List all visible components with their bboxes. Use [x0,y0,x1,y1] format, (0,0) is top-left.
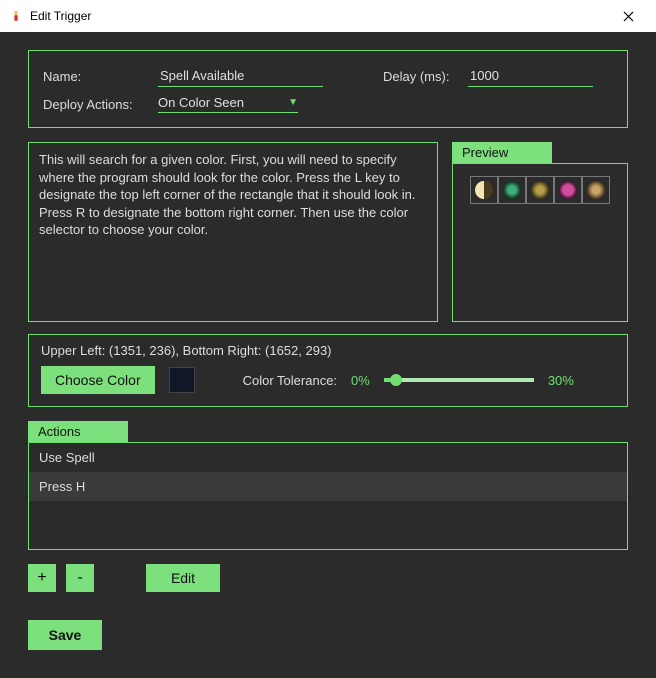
name-input[interactable] [158,65,323,87]
spell-slot-1 [470,176,498,204]
action-row[interactable]: Press H [29,472,627,501]
window-title: Edit Trigger [30,9,91,23]
spell-slot-4 [554,176,582,204]
preview-label: Preview [452,142,552,163]
actions-label: Actions [28,421,128,442]
window-close-button[interactable] [608,2,648,30]
preview-spell-bar [470,176,610,204]
close-icon [623,11,634,22]
deploy-actions-select[interactable]: On Color Seen ▼ [158,95,298,113]
color-swatch[interactable] [169,367,195,393]
spell-slot-5 [582,176,610,204]
preview-box [452,163,628,322]
delay-input[interactable] [468,65,593,87]
color-region-panel: Upper Left: (1351, 236), Bottom Right: (… [28,334,628,407]
save-button[interactable]: Save [28,620,102,650]
action-row[interactable]: Use Spell [29,443,627,472]
choose-color-button[interactable]: Choose Color [41,366,155,394]
spell-slot-3 [526,176,554,204]
tolerance-max: 30% [548,373,574,388]
spell-slot-2 [498,176,526,204]
color-tolerance-label: Color Tolerance: [243,373,337,388]
deploy-actions-value: On Color Seen [158,95,288,110]
deploy-actions-label: Deploy Actions: [43,97,148,112]
slider-thumb[interactable] [390,374,402,386]
chevron-down-icon: ▼ [288,97,298,108]
header-form-panel: Name: Delay (ms): Deploy Actions: On Col… [28,50,628,128]
remove-action-button[interactable]: - [66,564,94,592]
add-action-button[interactable]: + [28,564,56,592]
name-label: Name: [43,69,148,84]
coords-text: Upper Left: (1351, 236), Bottom Right: (… [41,343,615,358]
delay-label: Delay (ms): [383,69,458,84]
edit-action-button[interactable]: Edit [146,564,220,592]
tolerance-min: 0% [351,373,370,388]
title-bar: Edit Trigger [0,0,656,32]
description-box: This will search for a given color. Firs… [28,142,438,322]
app-icon [8,8,24,24]
tolerance-slider[interactable] [384,378,534,382]
actions-list[interactable]: Use Spell Press H [28,442,628,550]
